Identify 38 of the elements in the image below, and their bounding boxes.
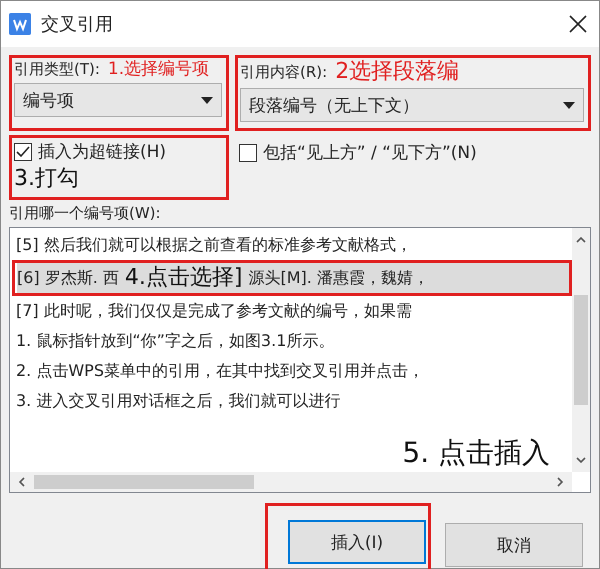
list-item[interactable]: 1. 鼠标指针放到“你”字之后，如图3.1所示。 <box>16 326 572 356</box>
content-dropdown[interactable]: 段落编号（无上下文） <box>240 88 584 122</box>
field-label: 引用类型(T): <box>14 60 100 79</box>
list-item[interactable]: [7] 此时呢，我们仅仅是完成了参考文献的编号，如果需 <box>16 296 572 326</box>
item-text: 1. 鼠标指针放到“你”字之后，如图3.1所示。 <box>16 330 334 352</box>
type-dropdown[interactable]: 编号项 <box>14 83 222 117</box>
checkbox[interactable] <box>239 144 257 162</box>
checkbox-label: 插入为超链接(H) <box>38 141 166 164</box>
annotation-label: 2选择段落编 <box>335 60 460 84</box>
window-title: 交叉引用 <box>41 13 114 36</box>
dialog-button[interactable]: 插入(I) <box>288 520 426 564</box>
annotation-label: 3.打勾 <box>14 167 80 192</box>
list-item[interactable]: 3. 进入交叉引用对话框之后，我们就可以进行 <box>16 386 572 416</box>
checkbox-label: 包括“见上方” / “见下方”(N) <box>263 142 477 164</box>
item-text: 3. 进入交叉引用对话框之后，我们就可以进行 <box>16 390 340 412</box>
dropdown-value: 编号项 <box>23 90 74 112</box>
annotation-label: 4.点击选择] <box>124 265 242 290</box>
item-text: 源头[M]. 潘惠霞，魏婧， <box>248 268 429 289</box>
dropdown-value: 段落编号（无上下文） <box>249 94 419 117</box>
item-text: [6] 罗杰斯. 西 <box>17 268 119 289</box>
horizontal-scrollbar[interactable] <box>10 472 572 492</box>
list-item[interactable]: [5] 然后我们就可以根据之前查看的标准参考文献格式， <box>16 230 572 260</box>
item-text: [5] 然后我们就可以根据之前查看的标准参考文献格式， <box>16 234 412 256</box>
annotation-label: 5. 点击插入 <box>402 436 550 469</box>
close-icon[interactable] <box>569 15 587 33</box>
dialog-button[interactable]: 取消 <box>445 523 583 568</box>
checkbox[interactable] <box>14 142 32 161</box>
app-logo-icon <box>9 13 31 35</box>
dropdown-caret-icon <box>201 96 213 104</box>
vertical-scrollbar[interactable] <box>572 228 590 472</box>
list-item[interactable]: 2. 点击WPS菜单中的引用，在其中找到交叉引用并点击， <box>16 356 572 386</box>
dropdown-caret-icon <box>563 102 575 109</box>
list-item[interactable]: [6] 罗杰斯. 西 4.点击选择] 源头[M]. 潘惠霞，魏婧， <box>17 263 569 294</box>
item-text: 2. 点击WPS菜单中的引用，在其中找到交叉引用并点击， <box>16 360 424 382</box>
field-label: 引用内容(R): <box>240 62 328 82</box>
item-text: [7] 此时呢，我们仅仅是完成了参考文献的编号，如果需 <box>16 300 412 322</box>
annotation-label: 1.选择编号项 <box>108 60 210 79</box>
list-label: 引用哪一个编号项(W): <box>9 204 162 224</box>
